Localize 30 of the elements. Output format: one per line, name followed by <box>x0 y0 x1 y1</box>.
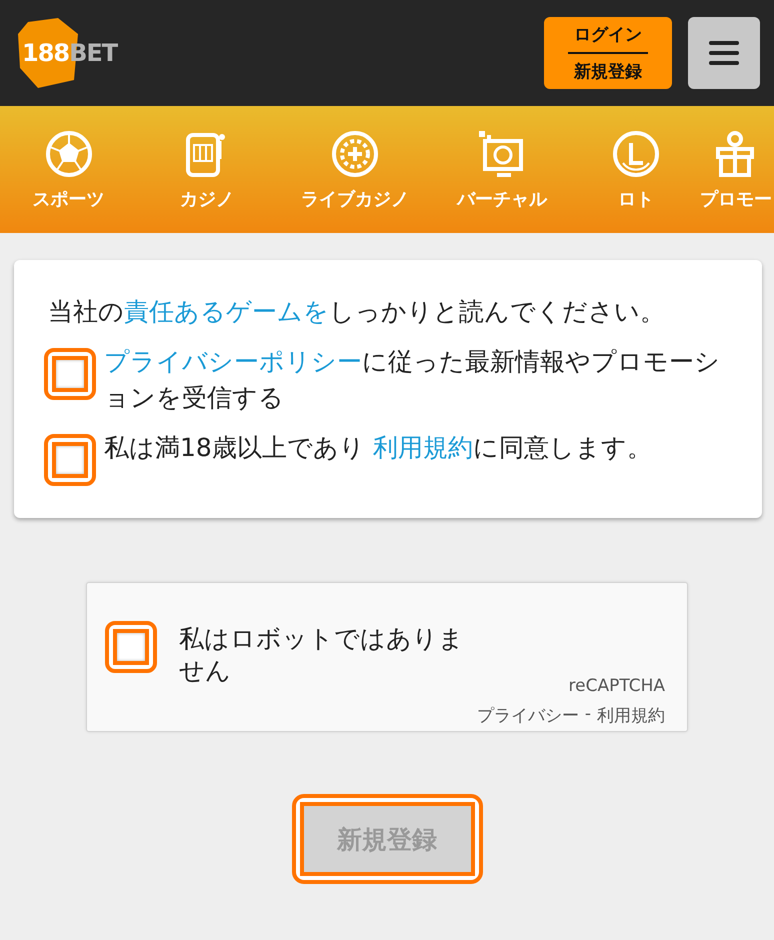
gift-icon <box>716 128 756 178</box>
nav-tab[interactable]: スポーツ <box>0 106 137 233</box>
ball-icon <box>44 128 94 178</box>
text-link[interactable]: プライバシーポリシー <box>104 347 362 376</box>
checkbox[interactable] <box>44 434 96 486</box>
privacy-link[interactable]: プライバシー <box>476 704 579 727</box>
link-separator: - <box>584 704 591 726</box>
checkbox-label: プライバシーポリシーに従った最新情報やプロモーションを受信する <box>104 346 721 414</box>
login-label: ログイン <box>574 24 642 46</box>
intro-sentence: 当社の責任あるゲームを しっかりと読んでください。 <box>48 296 666 328</box>
text-link[interactable]: 利用規約 <box>372 433 473 462</box>
logo-number: 188 <box>22 39 70 67</box>
captcha-label: 私はロボットではありません <box>179 623 465 687</box>
checkbox[interactable] <box>44 348 96 400</box>
register-label: 新規登録 <box>574 61 642 83</box>
menu-button[interactable] <box>688 17 760 89</box>
chip-icon <box>330 128 380 178</box>
login-register-button[interactable]: ログイン 新規登録 <box>544 17 672 89</box>
lotto-coin-icon <box>611 128 661 178</box>
text-link[interactable]: 責任あるゲームを <box>124 297 329 326</box>
nav-tab[interactable]: プロモー <box>701 106 771 233</box>
terms-link[interactable]: 利用規約 <box>597 704 665 727</box>
nav-tab[interactable]: ライブカジノ <box>277 106 433 233</box>
nav-tab[interactable]: ロト <box>571 106 701 233</box>
nav-tab[interactable]: カジノ <box>137 106 277 233</box>
nav-tab[interactable]: バーチャル <box>433 106 571 233</box>
checkbox-label: 私は満18歳以上であり 利用規約に同意します。 <box>104 432 653 464</box>
menu-icon <box>709 40 739 66</box>
captcha-brand: reCAPTCHA <box>568 676 665 696</box>
captcha-checkbox[interactable] <box>105 621 157 673</box>
